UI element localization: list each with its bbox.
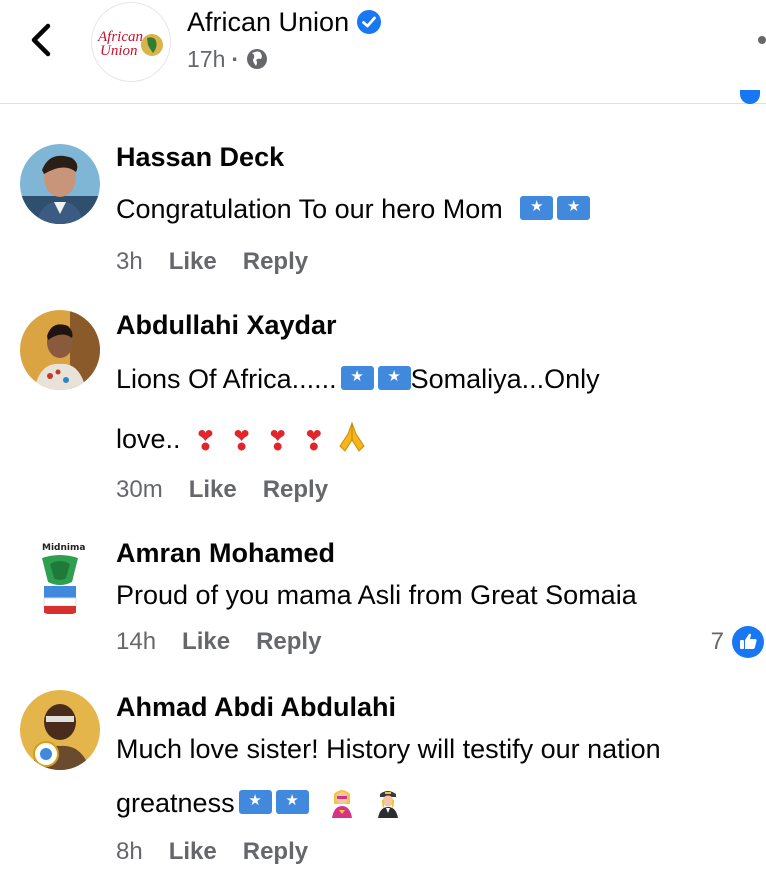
post-meta: 17h ·: [187, 44, 269, 74]
comment-text: Congratulation To our hero Mom: [116, 194, 591, 225]
avatar[interactable]: [20, 690, 100, 770]
previous-reaction-badge: [740, 90, 760, 104]
commenter-name[interactable]: Ahmad Abdi Abdulahi: [116, 692, 396, 723]
like-thumb-icon: [732, 626, 764, 658]
avatar[interactable]: [20, 310, 100, 390]
post-time[interactable]: 17h: [187, 46, 225, 73]
page-name[interactable]: African Union: [187, 7, 349, 38]
user-photo-icon: [20, 690, 100, 770]
commenter-name[interactable]: Amran Mohamed: [116, 538, 335, 569]
like-button[interactable]: Like: [169, 248, 217, 276]
comment-text-part: Somaliya...Only: [410, 364, 600, 394]
commenter-name[interactable]: Hassan Deck: [116, 142, 284, 173]
page-avatar[interactable]: African Union: [91, 2, 171, 82]
comment-text-part: greatness: [116, 788, 235, 818]
heart-exclamation-icon: ❣: [230, 426, 253, 457]
comment-time[interactable]: 14h: [116, 628, 156, 656]
heart-exclamation-icon: ❣: [194, 426, 217, 457]
meta-separator: ·: [231, 45, 240, 72]
comment-actions: 14h Like Reply: [116, 628, 321, 656]
woman-pilot-icon: [377, 791, 398, 818]
post-header: African Union African Union 17h ·: [0, 0, 766, 104]
reply-button[interactable]: Reply: [243, 248, 308, 276]
comment-text-line: greatness: [116, 786, 404, 819]
reply-button[interactable]: Reply: [256, 628, 321, 656]
folded-hands-icon: [338, 421, 365, 452]
somali-flag-icon: [275, 790, 309, 814]
comment-time[interactable]: 30m: [116, 476, 163, 504]
user-photo-icon: Midnima: [20, 536, 100, 616]
reaction-summary[interactable]: 7: [711, 626, 764, 658]
comment-text-line: Lions Of Africa...... Somaliya...Only: [116, 364, 600, 395]
comment-text-line: Much love sister! History will testify o…: [116, 734, 661, 764]
comment-actions: 30m Like Reply: [116, 476, 328, 504]
user-photo-icon: [20, 310, 100, 390]
user-photo-icon: [20, 144, 100, 224]
reaction-count: 7: [710, 628, 724, 655]
verified-badge-icon: [357, 10, 382, 34]
commenter-name[interactable]: Abdullahi Xaydar: [116, 310, 337, 341]
comment-time[interactable]: 3h: [116, 248, 143, 276]
comment-actions: 3h Like Reply: [116, 248, 308, 276]
avatar[interactable]: [20, 144, 100, 224]
somali-flag-icon: [238, 790, 272, 814]
globe-icon: [247, 49, 268, 69]
somali-flag-icon: [520, 196, 554, 220]
page-title-row: African Union: [187, 4, 382, 40]
comment-text-part: Lions Of Africa......: [116, 364, 337, 394]
heart-exclamation-icon: ❣: [302, 426, 326, 457]
african-union-logo-icon: African Union: [97, 29, 163, 59]
comment-text-line: love.. ❣ ❣ ❣ ❣: [116, 420, 369, 457]
comment-time[interactable]: 8h: [116, 838, 143, 866]
avatar[interactable]: Midnima: [20, 536, 100, 616]
heart-exclamation-icon: ❣: [266, 426, 289, 457]
comment-text: Proud of you mama Asli from Great Somaia: [116, 580, 637, 610]
reply-button[interactable]: Reply: [263, 476, 328, 504]
back-arrow-icon[interactable]: [22, 20, 62, 60]
reply-button[interactable]: Reply: [243, 838, 308, 866]
woman-superhero-icon: [332, 790, 353, 818]
svg-text:Midnima: Midnima: [42, 543, 85, 553]
comment-text-body: Congratulation To our hero Mom: [116, 194, 503, 224]
comment-actions: 8h Like Reply: [116, 838, 308, 866]
like-button[interactable]: Like: [182, 628, 230, 656]
comment-text-part: love..: [116, 424, 181, 454]
somali-flag-icon: [340, 366, 374, 390]
like-button[interactable]: Like: [169, 838, 217, 866]
more-options-icon[interactable]: [758, 36, 766, 44]
like-button[interactable]: Like: [189, 476, 237, 504]
somali-flag-icon: [557, 196, 591, 220]
somali-flag-icon: [377, 366, 411, 390]
svg-text:Union: Union: [100, 43, 138, 59]
